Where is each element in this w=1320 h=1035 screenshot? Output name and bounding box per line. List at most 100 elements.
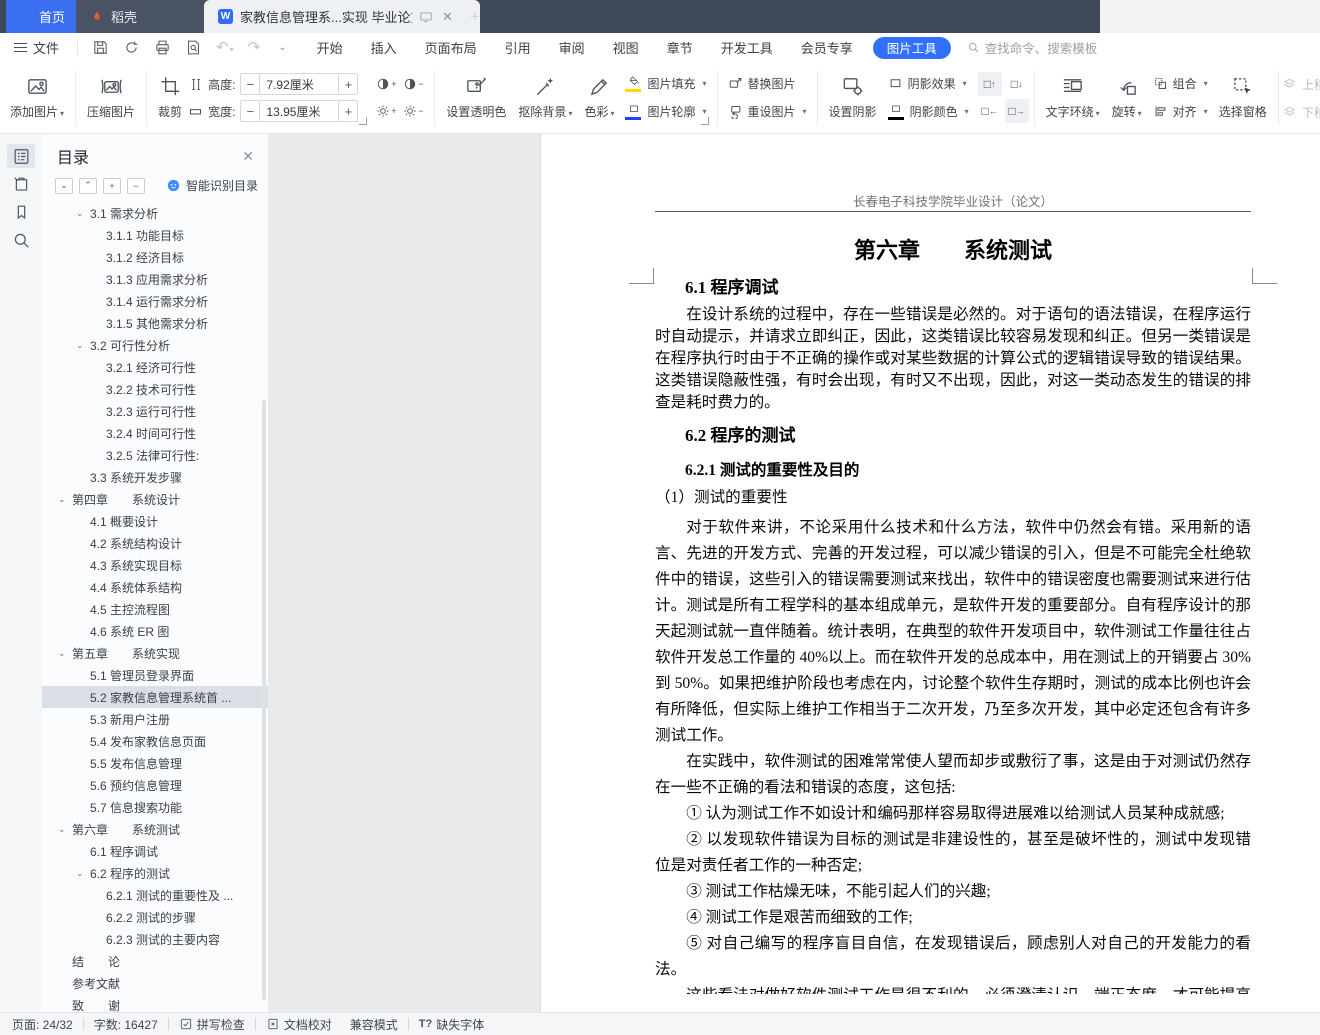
spell-check-toggle[interactable]: 拼写检查 <box>179 1016 245 1033</box>
tab-docer[interactable]: 稻壳 <box>76 0 224 33</box>
chevron-down-icon[interactable]: ⌄ <box>76 868 90 879</box>
toc-item[interactable]: 6.1 程序调试 <box>42 840 268 862</box>
close-tab-icon[interactable]: ✕ <box>442 9 453 25</box>
export-icon[interactable] <box>123 39 140 56</box>
smart-recognize-toc-button[interactable]: 智能识别目录 <box>166 177 258 194</box>
nudge-shadow-left-button[interactable]: □ ← <box>978 99 1002 123</box>
menu-tab[interactable]: 页面布局 <box>425 38 477 57</box>
clipboard-pane-button[interactable] <box>7 172 35 196</box>
toc-item[interactable]: 3.2.2 技术可行性 <box>42 378 268 400</box>
toc-item[interactable]: ⌄ 第五章 系统实现 <box>42 642 268 664</box>
decrease-brightness-button[interactable]: − <box>401 99 425 123</box>
width-decrease-button[interactable]: − <box>240 100 261 122</box>
proofread-toggle[interactable]: 文档校对 <box>266 1016 332 1033</box>
shadow-effect-button[interactable]: 阴影效果 ▾ <box>883 71 974 96</box>
height-increase-button[interactable]: + <box>338 73 359 95</box>
toc-item[interactable]: 3.1.4 运行需求分析 <box>42 290 268 312</box>
toc-item[interactable]: 4.5 主控流程图 <box>42 598 268 620</box>
toc-item[interactable]: ⌄ 3.2 可行性分析 <box>42 334 268 356</box>
expand-all-button[interactable]: ⌄ <box>55 177 73 194</box>
customize-quickbar-icon[interactable]: ⌄ <box>278 42 286 53</box>
toc-item[interactable]: 4.2 系统结构设计 <box>42 532 268 554</box>
promote-button[interactable]: + <box>103 177 121 194</box>
toc-item[interactable]: 4.6 系统 ER 图 <box>42 620 268 642</box>
picture-tools-tab[interactable]: 图片工具 <box>872 36 951 59</box>
page-indicator[interactable]: 页面: 24/32 <box>12 1016 73 1033</box>
toc-item[interactable]: 3.2.5 法律可行性: <box>42 444 268 466</box>
toc-item[interactable]: 3.1.2 经济目标 <box>42 246 268 268</box>
bookmark-pane-button[interactable] <box>7 200 35 224</box>
set-transparent-color-button[interactable]: 设置透明色 <box>440 67 512 129</box>
height-value[interactable]: 7.92厘米 <box>260 73 339 95</box>
shadow-settings-button[interactable]: 设置阴影 <box>823 67 883 129</box>
toc-item[interactable]: 4.1 概要设计 <box>42 510 268 532</box>
document-canvas[interactable]: 长春电子科技学院毕业设计（论文） 第六章 系统测试 6.1 程序调试 在设计系统… <box>268 134 1320 1012</box>
redo-icon[interactable]: ↷ <box>248 40 261 55</box>
add-picture-button[interactable]: 添加图片 ▾ <box>4 67 70 129</box>
shadow-color-button[interactable]: 阴影颜色 ▾ <box>883 99 974 124</box>
crop-button[interactable]: 裁剪 <box>152 67 188 129</box>
toc-item[interactable]: 5.1 管理员登录界面 <box>42 664 268 686</box>
document-page[interactable]: 长春电子科技学院毕业设计（论文） 第六章 系统测试 6.1 程序调试 在设计系统… <box>540 134 1320 1012</box>
toc-item[interactable]: 5.6 预约信息管理 <box>42 774 268 796</box>
dialog-launcher-icon[interactable] <box>700 116 709 125</box>
chevron-down-icon[interactable]: ⌄ <box>58 824 72 835</box>
decrease-contrast-button[interactable]: − <box>401 72 425 96</box>
nudge-shadow-up-button[interactable]: □ ↑ <box>977 72 1002 96</box>
menu-tab[interactable]: 开始 <box>317 38 343 57</box>
chevron-down-icon[interactable]: ⌄ <box>76 208 90 219</box>
toc-item[interactable]: 4.3 系统实现目标 <box>42 554 268 576</box>
compatibility-mode[interactable]: 兼容模式 <box>350 1016 398 1033</box>
toc-item[interactable]: 3.3 系统开发步骤 <box>42 466 268 488</box>
save-icon[interactable] <box>92 39 109 56</box>
picture-fill-button[interactable]: 图片填充 ▾ <box>620 71 711 96</box>
text-wrap-button[interactable]: 文字环绕 ▾ <box>1040 67 1106 129</box>
close-panel-icon[interactable]: ✕ <box>242 148 254 165</box>
toc-item[interactable]: 3.1.3 应用需求分析 <box>42 268 268 290</box>
file-menu-button[interactable]: 文件 <box>0 38 71 57</box>
replace-picture-button[interactable]: 替换图片 <box>723 71 812 96</box>
outline-pane-button[interactable] <box>7 144 35 168</box>
increase-contrast-button[interactable]: + <box>374 72 398 96</box>
toc-item[interactable]: 致 谢 <box>42 994 268 1013</box>
print-preview-icon[interactable] <box>185 39 202 56</box>
width-increase-button[interactable]: + <box>338 100 359 122</box>
toc-scrollbar[interactable] <box>262 400 266 1000</box>
rotate-button[interactable]: 旋转 ▾ <box>1106 67 1148 129</box>
toc-item[interactable]: 6.2.3 测试的主要内容 <box>42 928 268 950</box>
menu-tab[interactable]: 插入 <box>371 38 397 57</box>
width-value[interactable]: 13.95厘米 <box>260 100 339 122</box>
group-button[interactable]: 组合 ▾ <box>1148 71 1213 96</box>
toc-item[interactable]: 3.1.5 其他需求分析 <box>42 312 268 334</box>
menu-tab[interactable]: 审阅 <box>559 38 585 57</box>
toc-item[interactable]: 5.5 发布信息管理 <box>42 752 268 774</box>
menu-tab[interactable]: 会员专享 <box>801 38 853 57</box>
toc-item[interactable]: 3.1.1 功能目标 <box>42 224 268 246</box>
demote-button[interactable]: − <box>127 177 145 194</box>
color-tone-button[interactable]: 色彩 ▾ <box>578 67 620 129</box>
chevron-down-icon[interactable]: ⌄ <box>58 648 72 659</box>
toc-item[interactable]: ⌄ 第四章 系统设计 <box>42 488 268 510</box>
command-search[interactable]: 查找命令、搜索模板 <box>967 38 1097 57</box>
move-up-button[interactable]: 上移▾ <box>1277 72 1320 97</box>
increase-brightness-button[interactable]: + <box>374 99 398 123</box>
toc-item[interactable]: 5.2 家教信息管理系统首 ... <box>42 686 268 708</box>
picture-outline-button[interactable]: 图片轮廓 ▾ <box>620 99 711 124</box>
undo-icon[interactable]: ↶▾ <box>216 40 234 55</box>
toc-item[interactable]: 3.2.1 经济可行性 <box>42 356 268 378</box>
toc-item[interactable]: ⌄ 3.1 需求分析 <box>42 202 268 224</box>
toc-item[interactable]: 5.3 新用户注册 <box>42 708 268 730</box>
remove-background-button[interactable]: 抠除背景 ▾ <box>512 67 578 129</box>
align-button[interactable]: 对齐 ▾ <box>1148 99 1213 124</box>
missing-font-indicator[interactable]: T? 缺失字体 <box>419 1016 484 1033</box>
tab-document[interactable]: W 家教信息管理系...实现 毕业论文 ✕ <box>204 0 480 33</box>
menu-tab[interactable]: 引用 <box>505 38 531 57</box>
selection-pane-button[interactable]: 选择窗格 <box>1213 67 1273 129</box>
toc-item[interactable]: ⌄ 6.2 程序的测试 <box>42 862 268 884</box>
chevron-down-icon[interactable]: ⌄ <box>76 340 90 351</box>
menu-tab[interactable]: 章节 <box>667 38 693 57</box>
toc-item[interactable]: 6.2.1 测试的重要性及 ... <box>42 884 268 906</box>
toc-item[interactable]: 3.2.3 运行可行性 <box>42 400 268 422</box>
toc-item[interactable]: ⌄ 第六章 系统测试 <box>42 818 268 840</box>
toc-item[interactable]: 参考文献 <box>42 972 268 994</box>
